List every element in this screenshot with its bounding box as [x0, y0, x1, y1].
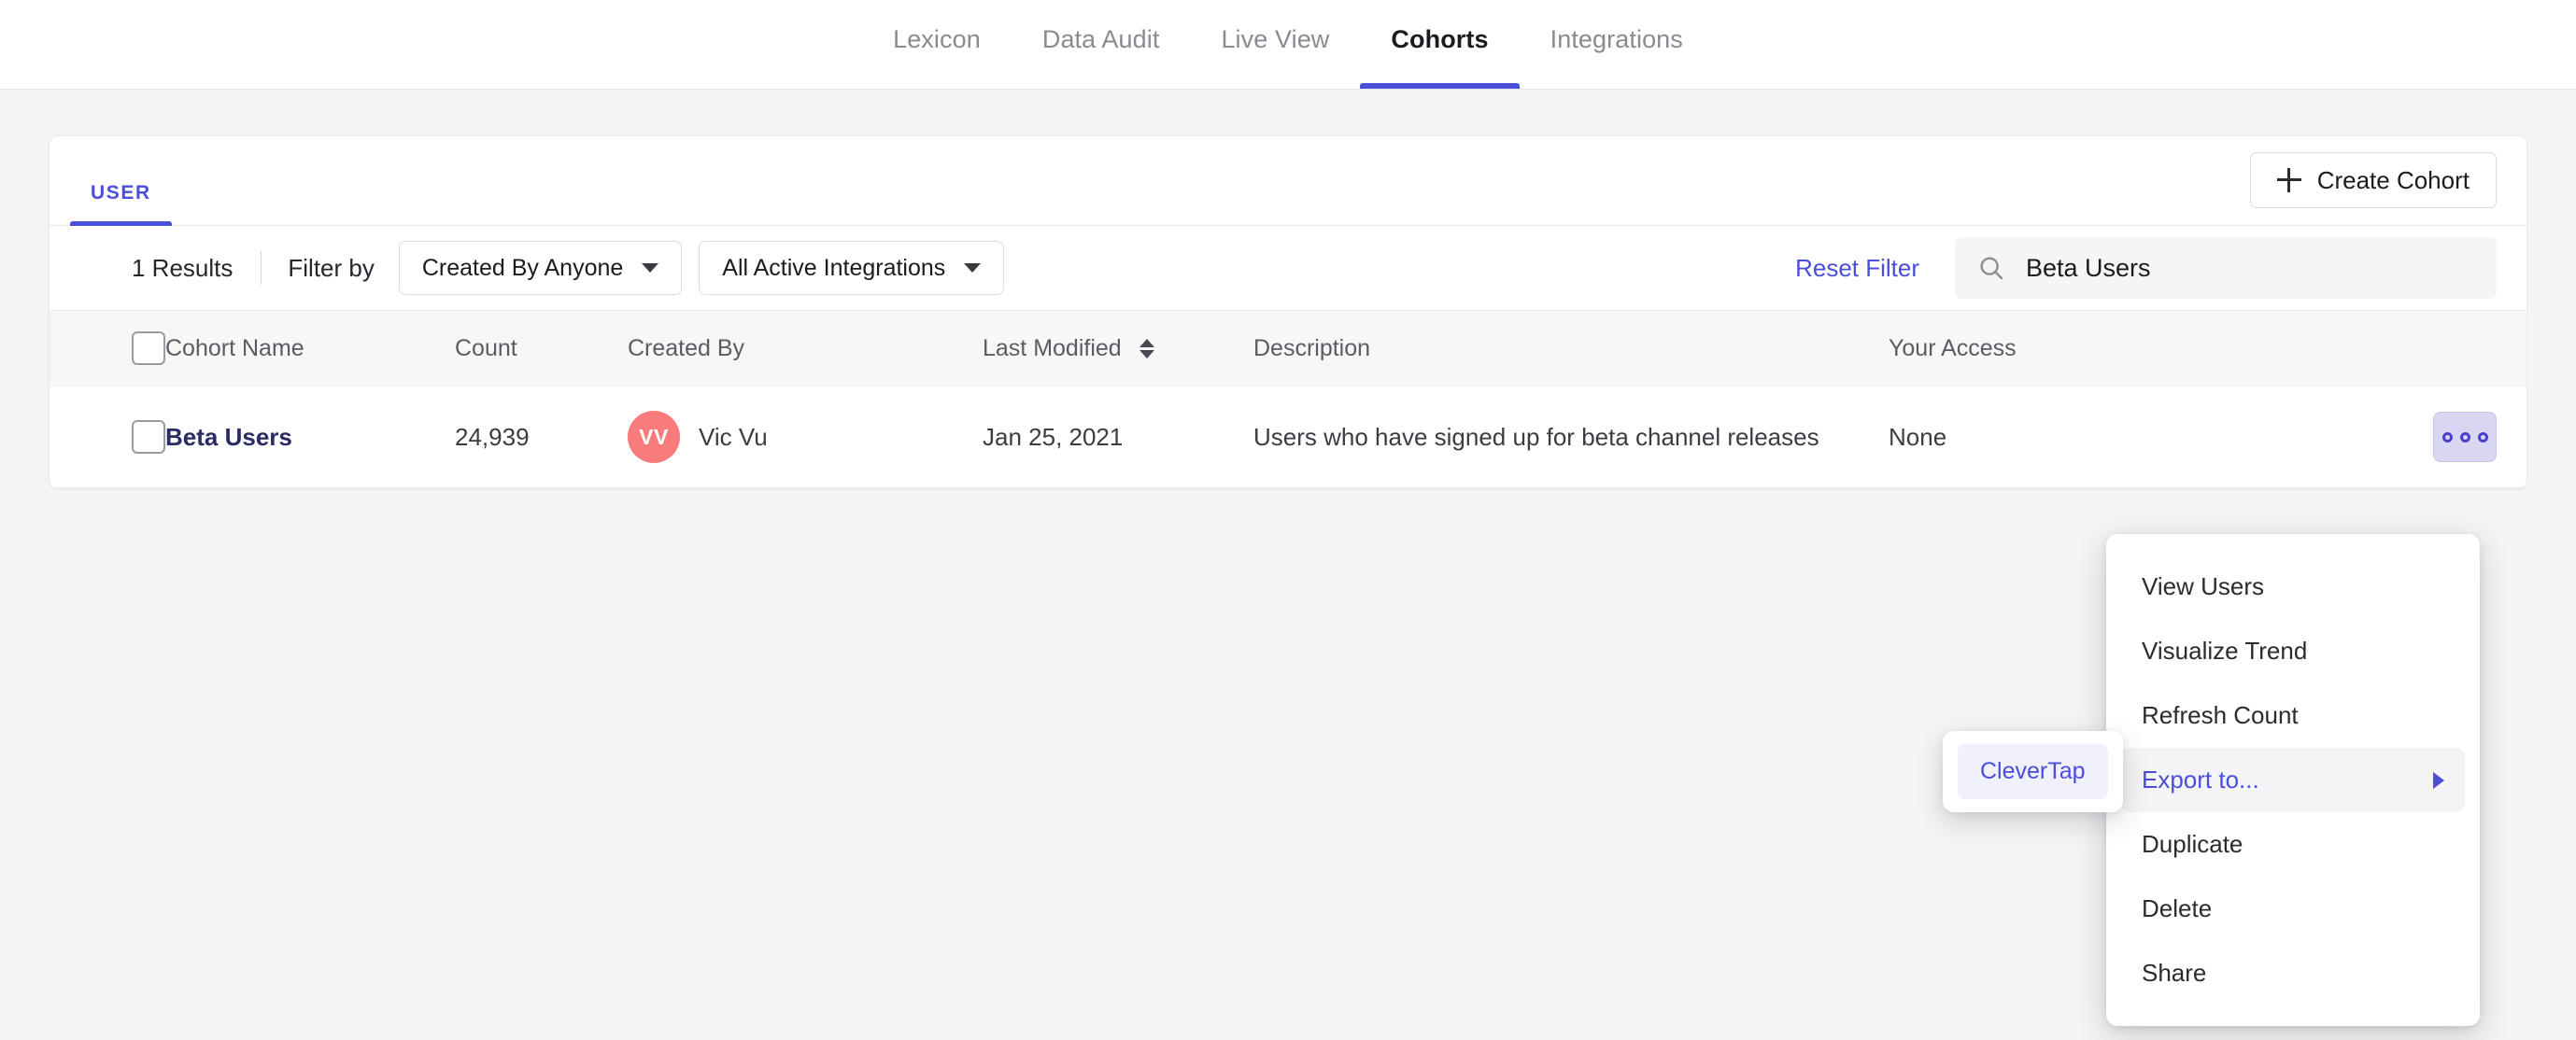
menu-item-label: Visualize Trend: [2142, 637, 2308, 665]
menu-item-export-to[interactable]: Export to...: [2121, 748, 2465, 812]
created-by-wrapper: VV Vic Vu: [628, 411, 983, 463]
reset-filter-link[interactable]: Reset Filter: [1795, 254, 1919, 283]
search-icon: [1980, 257, 2003, 280]
cell-description: Users who have signed up for beta channe…: [1253, 386, 1889, 488]
page-body: USER Create Cohort 1 Results Filter by C…: [0, 90, 2576, 1026]
tab-user-label: USER: [91, 182, 151, 204]
nav-tab-list: Lexicon Data Audit Live View Cohorts Int…: [862, 0, 1714, 89]
card-header: USER Create Cohort: [50, 136, 2526, 226]
entity-tab-list: USER: [70, 136, 172, 226]
chevron-down-icon: [1139, 350, 1154, 359]
nav-tab-label: Cohorts: [1391, 25, 1489, 53]
column-header-actions: [2169, 310, 2526, 386]
nav-tab-label: Data Audit: [1041, 25, 1160, 53]
chevron-up-icon: [1139, 339, 1154, 348]
nav-tab-integrations[interactable]: Integrations: [1520, 0, 1714, 89]
cohort-name-link[interactable]: Beta Users: [165, 423, 292, 451]
tab-user[interactable]: USER: [70, 136, 172, 226]
dot: [2477, 431, 2488, 443]
row-select-cell: [50, 386, 165, 488]
plus-icon: [2276, 168, 2301, 192]
nav-tab-label: Integrations: [1550, 25, 1683, 53]
created-by-name: Vic Vu: [699, 422, 768, 451]
created-by-filter-value: Created By Anyone: [421, 254, 624, 281]
select-all-header: [50, 310, 165, 386]
create-cohort-button[interactable]: Create Cohort: [2249, 152, 2497, 208]
column-header-created-by[interactable]: Created By: [628, 310, 983, 386]
nav-tab-live-view[interactable]: Live View: [1190, 0, 1360, 89]
cell-your-access: None: [1889, 386, 2169, 488]
cell-created-by: VV Vic Vu: [628, 386, 983, 488]
row-checkbox[interactable]: [132, 420, 165, 454]
nav-tab-label: Lexicon: [893, 25, 981, 53]
menu-item-visualize-trend[interactable]: Visualize Trend: [2121, 619, 2465, 683]
created-by-filter-dropdown[interactable]: Created By Anyone: [398, 241, 683, 295]
integrations-filter-dropdown[interactable]: All Active Integrations: [699, 241, 1005, 295]
column-header-count[interactable]: Count: [455, 310, 628, 386]
select-all-checkbox[interactable]: [132, 331, 165, 365]
column-header-last-modified-label: Last Modified: [983, 334, 1122, 361]
filter-by-label: Filter by: [288, 253, 375, 282]
table-body: Beta Users 24,939 VV Vic Vu Jan 25, 2021…: [50, 386, 2526, 488]
export-submenu: CleverTap: [1943, 731, 2123, 812]
column-header-description[interactable]: Description: [1253, 310, 1889, 386]
table-row[interactable]: Beta Users 24,939 VV Vic Vu Jan 25, 2021…: [50, 386, 2526, 488]
chevron-down-icon: [964, 263, 982, 273]
column-header-your-access[interactable]: Your Access: [1889, 310, 2169, 386]
column-header-cohort-name[interactable]: Cohort Name: [165, 310, 455, 386]
dot: [2459, 431, 2470, 443]
chevron-right-icon: [2433, 771, 2444, 789]
menu-item-label: Delete: [2142, 894, 2213, 922]
sort-updown-icon[interactable]: [1139, 339, 1154, 359]
table-header: Cohort Name Count Created By Last Modifi…: [50, 310, 2526, 386]
cell-last-modified: Jan 25, 2021: [983, 386, 1253, 488]
menu-item-view-users[interactable]: View Users: [2121, 555, 2465, 619]
menu-item-label: Refresh Count: [2142, 701, 2299, 729]
more-options-icon[interactable]: [2433, 412, 2497, 462]
search-input[interactable]: Beta Users: [1955, 237, 2497, 299]
nav-tab-lexicon[interactable]: Lexicon: [862, 0, 1012, 89]
top-navigation-bar: Lexicon Data Audit Live View Cohorts Int…: [0, 0, 2576, 90]
create-cohort-label: Create Cohort: [2316, 165, 2470, 194]
cell-count: 24,939: [455, 386, 628, 488]
menu-item-label: Duplicate: [2142, 830, 2243, 858]
row-context-menu: View Users Visualize Trend Refresh Count…: [2106, 534, 2480, 1026]
nav-tab-label: Live View: [1221, 25, 1330, 53]
cell-cohort-name: Beta Users: [165, 386, 455, 488]
menu-item-label: Export to...: [2142, 766, 2259, 794]
menu-item-refresh-count[interactable]: Refresh Count: [2121, 683, 2465, 748]
column-header-last-modified[interactable]: Last Modified: [983, 310, 1253, 386]
avatar: VV: [628, 411, 680, 463]
integrations-filter-value: All Active Integrations: [722, 254, 946, 281]
menu-item-delete[interactable]: Delete: [2121, 877, 2465, 941]
menu-item-label: View Users: [2142, 572, 2265, 600]
nav-tab-cohorts[interactable]: Cohorts: [1360, 0, 1520, 89]
filter-toolbar: 1 Results Filter by Created By Anyone Al…: [50, 226, 2526, 310]
menu-item-label: Share: [2142, 959, 2207, 987]
nav-tab-data-audit[interactable]: Data Audit: [1012, 0, 1191, 89]
cohorts-card: USER Create Cohort 1 Results Filter by C…: [49, 135, 2527, 489]
cohorts-table: Cohort Name Count Created By Last Modifi…: [50, 310, 2526, 488]
submenu-item-clevertap[interactable]: CleverTap: [1958, 744, 2108, 799]
dot: [2442, 431, 2453, 443]
menu-item-share[interactable]: Share: [2121, 941, 2465, 1005]
search-input-value: Beta Users: [2026, 253, 2151, 282]
results-count: 1 Results: [132, 253, 234, 282]
menu-item-duplicate[interactable]: Duplicate: [2121, 812, 2465, 877]
cell-actions: [2169, 386, 2526, 488]
chevron-down-icon: [642, 263, 659, 273]
table-header-row: Cohort Name Count Created By Last Modifi…: [50, 310, 2526, 386]
